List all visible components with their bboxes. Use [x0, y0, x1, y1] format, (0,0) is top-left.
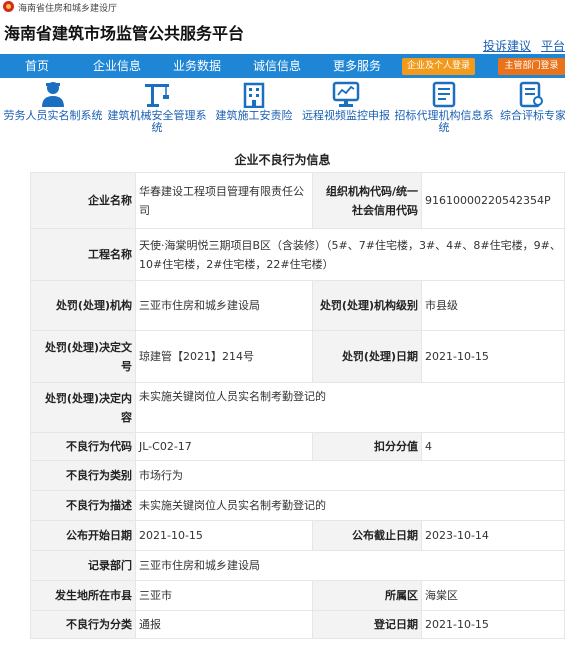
company-login-button[interactable]: 企业及个人登录	[402, 58, 475, 75]
bad-behavior-table: 企业名称 华春建设工程项目管理有限责任公司 组织机构代码/统一社会信用代码 91…	[30, 172, 565, 639]
worker-icon	[42, 82, 64, 107]
field-label: 不良行为类别	[30, 460, 136, 491]
table-row: 处罚(处理)决定内容 未实施关键岗位人员实名制考勤登记的	[30, 382, 565, 433]
quick-link-label: 建筑机械安全管理系统	[107, 109, 207, 134]
record-dept-value: 三亚市住房和城乡建设局	[135, 550, 565, 581]
national-emblem-icon	[3, 1, 14, 12]
document-icon	[432, 81, 456, 108]
field-label: 企业名称	[30, 172, 136, 229]
field-label: 发生地所在市县	[30, 580, 136, 611]
field-label: 公布开始日期	[30, 520, 136, 551]
field-label: 不良行为代码	[30, 432, 136, 461]
nav-item-credit-info[interactable]: 诚信信息	[248, 54, 306, 78]
project-name-value: 天使·海棠明悦三期项目B区（含装修）（5#、7#住宅楼，3#、4#、8#住宅楼，…	[135, 228, 565, 281]
city-value: 三亚市	[135, 580, 313, 611]
table-row: 不良行为分类 通报 登记日期 2021-10-15	[30, 610, 565, 639]
quick-link-label: 建筑施工安责险	[215, 109, 293, 122]
field-label: 公布截止日期	[312, 520, 422, 551]
behavior-type-value: 通报	[135, 610, 313, 639]
crane-icon	[145, 84, 169, 107]
field-label: 不良行为描述	[30, 490, 136, 521]
score-value: 4	[421, 432, 565, 461]
table-row: 不良行为描述 未实施关键岗位人员实名制考勤登记的	[30, 490, 565, 521]
site-title: 海南省建筑市场监管公共服务平台	[4, 24, 245, 43]
field-label: 处罚(处理)决定文号	[30, 330, 136, 383]
table-row: 企业名称 华春建设工程项目管理有限责任公司 组织机构代码/统一社会信用代码 91…	[30, 172, 565, 229]
table-row: 不良行为类别 市场行为	[30, 460, 565, 491]
quick-link-label: 劳务人员实名制系统	[3, 109, 103, 122]
register-date-value: 2021-10-15	[421, 610, 565, 639]
nav-item-home[interactable]: 首页	[14, 54, 60, 78]
field-label: 处罚(处理)日期	[312, 330, 422, 383]
monitor-icon	[332, 81, 360, 107]
quick-link-remote-video[interactable]: 远程视频监控申报	[300, 80, 392, 122]
nav-item-company-info[interactable]: 企业信息	[88, 54, 146, 78]
main-nav: 首页 企业信息 业务数据 诚信信息 更多服务 企业及个人登录 主管部门登录	[0, 54, 565, 78]
field-label: 组织机构代码/统一社会信用代码	[312, 172, 422, 229]
table-row: 发生地所在市县 三亚市 所属区 海棠区	[30, 580, 565, 611]
nav-item-more-services[interactable]: 更多服务	[328, 54, 386, 78]
publish-end-value: 2023-10-14	[421, 520, 565, 551]
quick-link-labor-realname[interactable]: 劳务人员实名制系统	[0, 80, 106, 122]
report-icon	[519, 81, 543, 108]
field-label: 扣分分值	[312, 432, 422, 461]
field-label: 处罚(处理)机构级别	[312, 280, 422, 331]
decision-content-value: 未实施关键岗位人员实名制考勤登记的	[135, 382, 565, 433]
quick-link-bid-experts[interactable]: 综合评标专家系统	[496, 80, 565, 122]
field-label: 记录部门	[30, 550, 136, 581]
table-row: 公布开始日期 2021-10-15 公布截止日期 2023-10-14	[30, 520, 565, 551]
top-links: 投诉建议 平台	[473, 37, 565, 54]
field-label: 处罚(处理)决定内容	[30, 382, 136, 433]
quick-link-bidding-agency[interactable]: 招标代理机构信息系统	[392, 80, 496, 134]
table-row: 不良行为代码 JL-C02-17 扣分分值 4	[30, 432, 565, 461]
panel-title: 企业不良行为信息	[234, 153, 331, 167]
agency-level-value: 市县级	[421, 280, 565, 331]
agency-value: 三亚市住房和城乡建设局	[135, 280, 313, 331]
publish-start-value: 2021-10-15	[135, 520, 313, 551]
complaint-link[interactable]: 投诉建议	[483, 39, 531, 53]
table-row: 工程名称 天使·海棠明悦三期项目B区（含装修）（5#、7#住宅楼，3#、4#、8…	[30, 228, 565, 281]
company-name-value: 华春建设工程项目管理有限责任公司	[135, 172, 313, 229]
quick-link-label: 远程视频监控申报	[302, 109, 390, 122]
quick-link-machinery-safety[interactable]: 建筑机械安全管理系统	[104, 80, 210, 134]
quick-link-construction-insurance[interactable]: 建筑施工安责险	[204, 80, 304, 122]
quick-links: 劳务人员实名制系统 建筑机械安全管理系统 建筑施工安责险 远程视频监控申报 招标…	[0, 78, 565, 140]
behavior-description-value: 未实施关键岗位人员实名制考勤登记的	[135, 490, 565, 521]
department-name: 海南省住房和城乡建设厅	[18, 4, 118, 14]
building-icon	[243, 82, 265, 108]
department-bar: 海南省住房和城乡建设厅	[0, 0, 565, 14]
quick-link-label: 综合评标专家系统	[500, 109, 565, 122]
field-label: 工程名称	[30, 228, 136, 281]
decision-number-value: 琼建管【2021】214号	[135, 330, 313, 383]
org-code-value: 91610000220542354P	[421, 172, 565, 229]
platform-link[interactable]: 平台	[541, 39, 565, 53]
field-label: 所属区	[312, 580, 422, 611]
field-label: 不良行为分类	[30, 610, 136, 639]
table-row: 处罚(处理)机构 三亚市住房和城乡建设局 处罚(处理)机构级别 市县级	[30, 280, 565, 331]
field-label: 登记日期	[312, 610, 422, 639]
dept-login-button[interactable]: 主管部门登录	[498, 58, 565, 75]
district-value: 海棠区	[421, 580, 565, 611]
quick-link-label: 招标代理机构信息系统	[394, 109, 494, 134]
table-row: 处罚(处理)决定文号 琼建管【2021】214号 处罚(处理)日期 2021-1…	[30, 330, 565, 383]
behavior-code-value: JL-C02-17	[135, 432, 313, 461]
behavior-category-value: 市场行为	[135, 460, 565, 491]
decision-date-value: 2021-10-15	[421, 330, 565, 383]
field-label: 处罚(处理)机构	[30, 280, 136, 331]
table-row: 记录部门 三亚市住房和城乡建设局	[30, 550, 565, 581]
nav-item-business-data[interactable]: 业务数据	[168, 54, 226, 78]
